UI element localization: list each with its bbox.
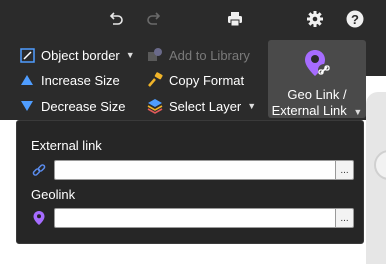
object-border-label: Object border	[41, 47, 120, 63]
layers-icon	[146, 97, 164, 115]
geo-link-label-line2-text: External Link	[271, 103, 347, 118]
link-icon	[30, 161, 48, 179]
print-icon[interactable]	[223, 7, 247, 31]
ribbon: Object border ▼ Add to Library Increase …	[0, 38, 386, 158]
external-link-browse-button[interactable]: ...	[336, 160, 354, 180]
geo-pin-icon	[303, 48, 331, 83]
increase-size-button[interactable]: Increase Size	[18, 69, 120, 91]
map-pin-icon	[30, 209, 48, 227]
select-layer-label: Select Layer	[169, 98, 242, 114]
geolink-browse-button[interactable]: ...	[336, 208, 354, 228]
chevron-down-icon: ▼	[353, 107, 363, 117]
geo-link-label-line1: Geo Link /	[287, 87, 347, 102]
add-to-library-label: Add to Library	[169, 47, 250, 63]
triangle-down-icon	[18, 97, 36, 115]
copy-format-button[interactable]: Copy Format	[146, 69, 244, 91]
add-to-library-button[interactable]: Add to Library	[146, 44, 250, 66]
geolink-row: ...	[30, 208, 354, 228]
decrease-size-button[interactable]: Decrease Size	[18, 95, 126, 117]
geo-link-label: Geo Link / External Link ▼	[272, 87, 363, 120]
chevron-down-icon: ▼	[125, 50, 135, 60]
external-link-input[interactable]	[54, 160, 336, 180]
external-link-label: External link	[31, 138, 102, 153]
chevron-down-icon: ▼	[247, 101, 257, 111]
undo-icon[interactable]	[104, 7, 128, 31]
increase-size-label: Increase Size	[41, 72, 120, 88]
geolink-input[interactable]	[54, 208, 336, 228]
geo-link-button[interactable]: Geo Link / External Link ▼	[268, 40, 366, 118]
object-border-button[interactable]: Object border ▼	[18, 44, 135, 66]
help-glyph: ?	[351, 11, 359, 27]
redo-icon[interactable]	[142, 7, 166, 31]
select-layer-button[interactable]: Select Layer ▼	[146, 95, 256, 117]
border-icon	[18, 46, 36, 64]
gear-icon[interactable]	[303, 7, 327, 31]
library-icon	[146, 46, 164, 64]
decrease-size-label: Decrease Size	[41, 98, 126, 114]
geo-link-dropdown: External link ... Geolink ...	[16, 120, 364, 244]
external-link-row: ...	[30, 160, 354, 180]
geolink-label: Geolink	[31, 187, 76, 202]
top-toolbar: ?	[0, 0, 386, 38]
help-icon[interactable]: ?	[343, 7, 367, 31]
brush-icon	[146, 71, 164, 89]
copy-format-label: Copy Format	[169, 72, 245, 88]
triangle-up-icon	[18, 71, 36, 89]
geo-link-label-line2: External Link ▼	[272, 103, 363, 120]
